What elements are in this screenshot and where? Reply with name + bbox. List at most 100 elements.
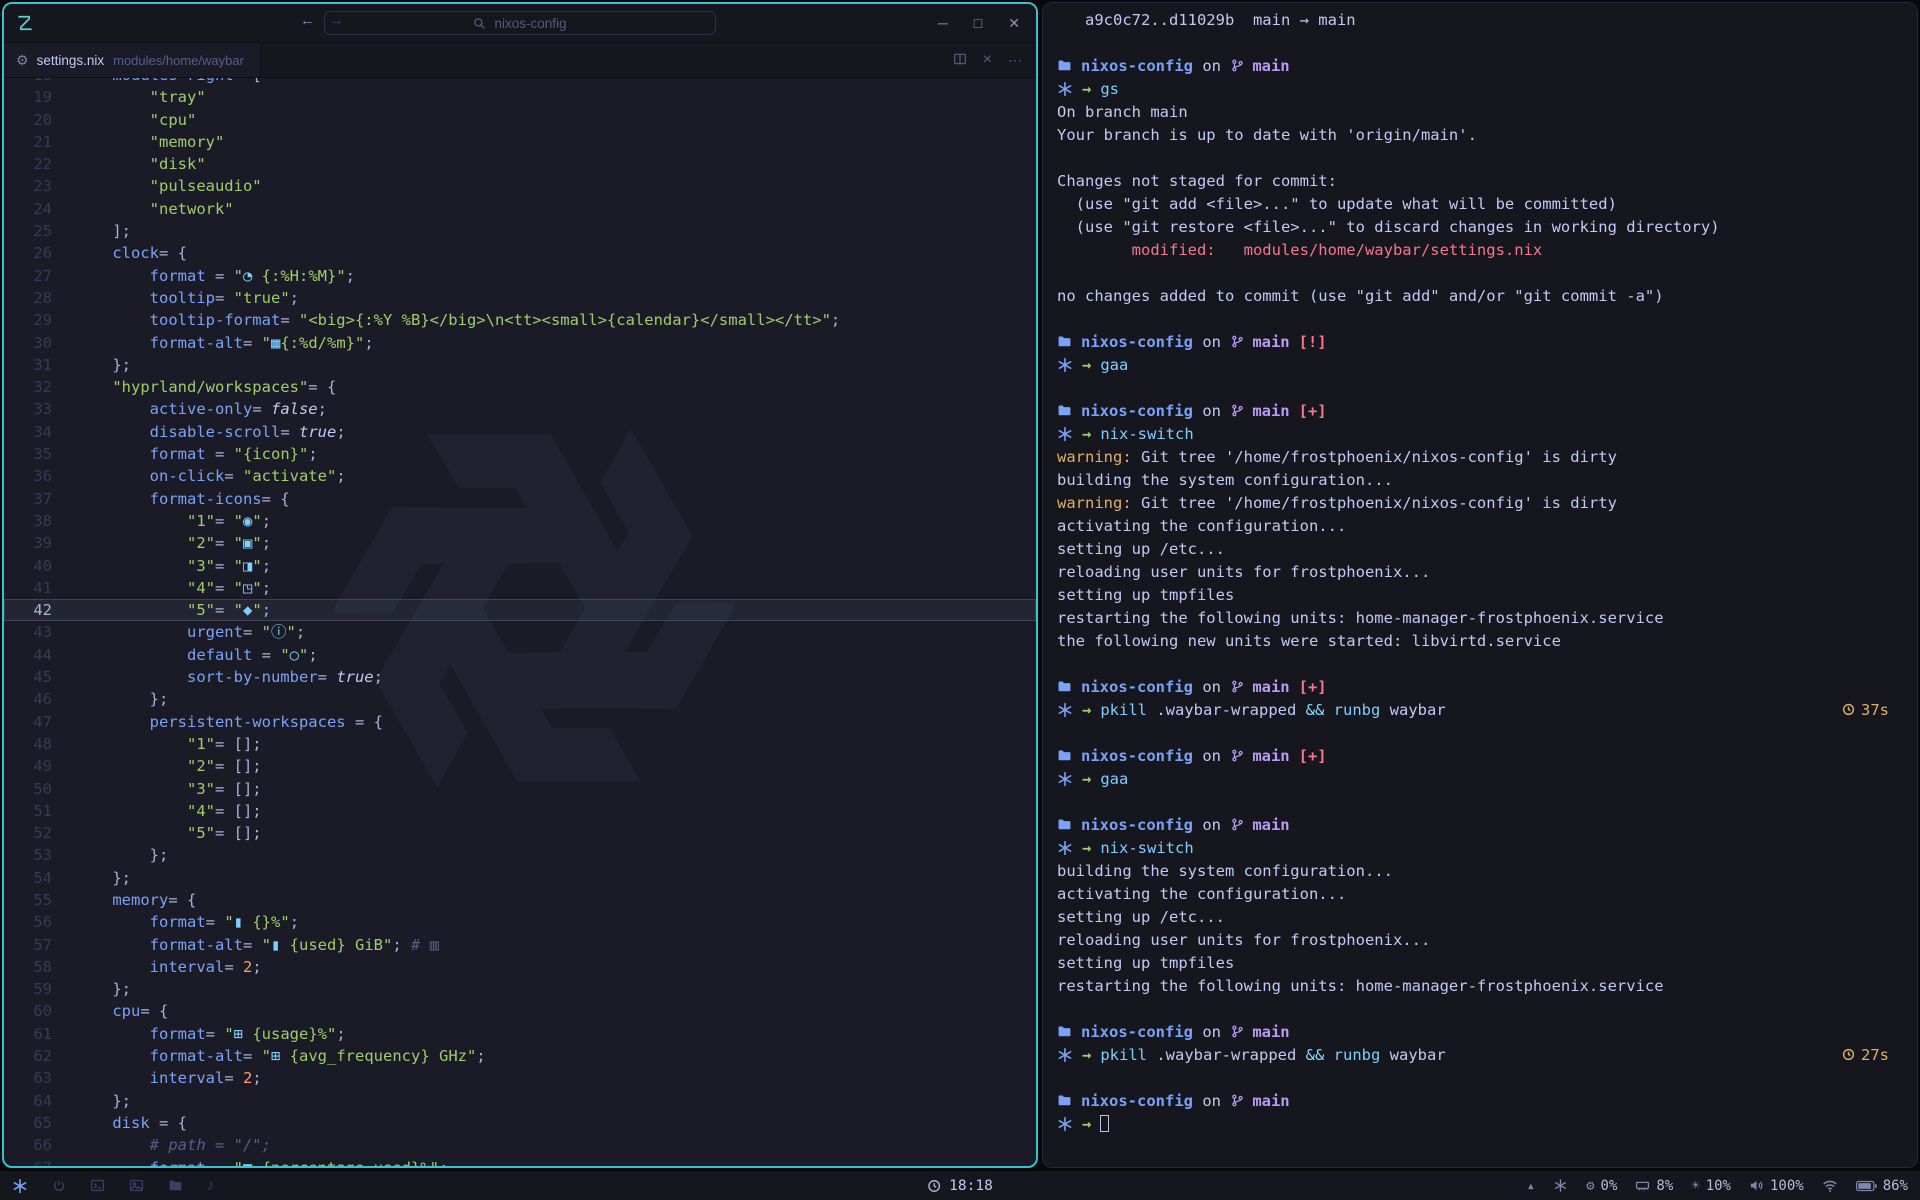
code-line[interactable]: 39 "2"= "▣"; bbox=[4, 532, 1036, 554]
line-number: 59 bbox=[4, 978, 52, 1000]
code-line[interactable]: 23 "pulseaudio" bbox=[4, 175, 1036, 197]
close-pane-icon[interactable]: × bbox=[983, 51, 992, 69]
code-editor[interactable]: 18 modules-right= [19 "tray"20 "cpu"21 "… bbox=[4, 78, 1036, 1166]
code-line[interactable]: 19 "tray" bbox=[4, 86, 1036, 108]
folder-launcher-icon[interactable] bbox=[168, 1178, 183, 1193]
code-line[interactable]: 37 format-icons= { bbox=[4, 488, 1036, 510]
code-line[interactable]: 63 interval= 2; bbox=[4, 1067, 1036, 1089]
code-line-text: "2"= "▣"; bbox=[75, 532, 271, 554]
battery-icon bbox=[1856, 1180, 1877, 1192]
code-line[interactable]: 31 }; bbox=[4, 354, 1036, 376]
battery-module[interactable]: 86% bbox=[1856, 1178, 1908, 1194]
code-line[interactable]: 52 "5"= []; bbox=[4, 822, 1036, 844]
sun-module[interactable]: ☀10% bbox=[1691, 1178, 1731, 1194]
code-line[interactable]: 64 }; bbox=[4, 1090, 1036, 1112]
code-line[interactable]: 45 sort-by-number= true; bbox=[4, 666, 1036, 688]
tab-file-path: modules/home/waybar bbox=[113, 53, 244, 68]
tab-settings-nix[interactable]: ⚙ settings.nix modules/home/waybar bbox=[4, 43, 261, 77]
code-line[interactable]: 51 "4"= []; bbox=[4, 800, 1036, 822]
code-line[interactable]: 66 # path = "/"; bbox=[4, 1134, 1036, 1156]
clock-module[interactable]: 18:18 bbox=[927, 1178, 993, 1194]
code-line[interactable]: 35 format = "{icon}"; bbox=[4, 443, 1036, 465]
code-line[interactable]: 40 "3"= "◨"; bbox=[4, 555, 1036, 577]
code-line[interactable]: 56 format= "▮ {}%"; bbox=[4, 911, 1036, 933]
code-line[interactable]: 34 disable-scroll= true; bbox=[4, 421, 1036, 443]
code-line[interactable]: 43 urgent= "ⓘ"; bbox=[4, 621, 1036, 643]
terminal-launcher-icon[interactable] bbox=[90, 1178, 105, 1193]
code-line[interactable]: 48 "1"= []; bbox=[4, 733, 1036, 755]
snowflake-module[interactable] bbox=[1553, 1178, 1568, 1193]
code-line[interactable]: 65 disk = { bbox=[4, 1112, 1036, 1134]
code-line[interactable]: 33 active-only= false; bbox=[4, 398, 1036, 420]
code-line[interactable]: 55 memory= { bbox=[4, 889, 1036, 911]
code-line[interactable]: 62 format-alt= "⊞ {avg_frequency} GHz"; bbox=[4, 1045, 1036, 1067]
code-line[interactable]: 38 "1"= "◉"; bbox=[4, 510, 1036, 532]
code-line[interactable]: 58 interval= 2; bbox=[4, 956, 1036, 978]
terminal-line: (use "git restore <file>..." to discard … bbox=[1057, 215, 1917, 238]
speaker-module[interactable]: 100% bbox=[1749, 1178, 1804, 1194]
code-line[interactable]: 26 clock= { bbox=[4, 242, 1036, 264]
code-line[interactable]: 22 "disk" bbox=[4, 153, 1036, 175]
code-line[interactable]: 21 "memory" bbox=[4, 131, 1036, 153]
gear-module[interactable]: ⚙0% bbox=[1586, 1178, 1617, 1194]
code-line[interactable]: 49 "2"= []; bbox=[4, 755, 1036, 777]
code-line[interactable]: 61 format= "⊞ {usage}%"; bbox=[4, 1023, 1036, 1045]
nixos-launcher-icon[interactable] bbox=[12, 1178, 28, 1194]
folder-icon bbox=[1057, 1024, 1072, 1039]
code-line[interactable]: 42 "5"= "◆"; bbox=[4, 599, 1036, 621]
terminal-window[interactable]: a9c0c72..d11029b main → main nixos-confi… bbox=[1042, 2, 1918, 1168]
code-line[interactable]: 24 "network" bbox=[4, 198, 1036, 220]
line-number: 65 bbox=[4, 1112, 52, 1134]
project-search-pill[interactable]: nixos-config bbox=[324, 11, 716, 35]
code-line[interactable]: 59 }; bbox=[4, 978, 1036, 1000]
code-line[interactable]: 50 "3"= []; bbox=[4, 778, 1036, 800]
terminal-line: warning: Git tree '/home/frostphoenix/ni… bbox=[1057, 491, 1917, 514]
ram-module[interactable]: 8% bbox=[1635, 1178, 1673, 1194]
code-line[interactable]: 57 format-alt= "▮ {used} GiB"; # ▥ bbox=[4, 934, 1036, 956]
code-line[interactable]: 20 "cpu" bbox=[4, 109, 1036, 131]
minimize-button[interactable]: ─ bbox=[938, 15, 948, 31]
folder-icon bbox=[1057, 58, 1072, 73]
code-line[interactable]: 53 }; bbox=[4, 844, 1036, 866]
code-line[interactable]: 44 default = "○"; bbox=[4, 644, 1036, 666]
clock-text: 18:18 bbox=[949, 1178, 993, 1194]
music-launcher-icon[interactable]: ♪ bbox=[207, 1177, 215, 1194]
code-line[interactable]: 47 persistent-workspaces = { bbox=[4, 711, 1036, 733]
nix-icon bbox=[1057, 702, 1073, 718]
code-line[interactable]: 28 tooltip= "true"; bbox=[4, 287, 1036, 309]
code-line[interactable]: 25 ]; bbox=[4, 220, 1036, 242]
code-line[interactable]: 36 on-click= "activate"; bbox=[4, 465, 1036, 487]
code-line[interactable]: 30 format-alt= "▦{:%d/%m}"; bbox=[4, 332, 1036, 354]
terminal-line bbox=[1057, 376, 1917, 399]
branch-icon bbox=[1230, 1093, 1245, 1108]
line-number: 43 bbox=[4, 621, 52, 643]
code-line-text: "3"= []; bbox=[75, 778, 262, 800]
terminal-line: a9c0c72..d11029b main → main bbox=[1057, 8, 1917, 31]
split-pane-icon[interactable] bbox=[953, 52, 967, 69]
code-line[interactable]: 29 tooltip-format= "<big>{:%Y %B}</big>\… bbox=[4, 309, 1036, 331]
image-launcher-icon[interactable] bbox=[129, 1178, 144, 1193]
code-line[interactable]: 32 "hyprland/workspaces"= { bbox=[4, 376, 1036, 398]
code-line[interactable]: 27 format = "◔ {:%H:%M}"; bbox=[4, 265, 1036, 287]
code-line[interactable]: 18 modules-right= [ bbox=[4, 78, 1036, 86]
code-line-text: }; bbox=[75, 688, 168, 710]
code-line[interactable]: 60 cpu= { bbox=[4, 1000, 1036, 1022]
terminal-line: nixos-config on main bbox=[1057, 813, 1917, 836]
power-launcher-icon[interactable] bbox=[52, 1179, 66, 1193]
maximize-button[interactable]: □ bbox=[974, 15, 982, 31]
code-line[interactable]: 54 }; bbox=[4, 867, 1036, 889]
close-button[interactable]: ✕ bbox=[1008, 15, 1020, 32]
wifi-module[interactable] bbox=[1822, 1178, 1838, 1194]
code-line[interactable]: 41 "4"= "◳"; bbox=[4, 577, 1036, 599]
zed-logo-icon[interactable] bbox=[15, 13, 35, 33]
code-line[interactable]: 67 format = "◩ {percentage_used}%"; bbox=[4, 1157, 1036, 1166]
line-number: 53 bbox=[4, 844, 52, 866]
code-line-text: interval= 2; bbox=[75, 956, 262, 978]
chevron-up-module[interactable]: ▴ bbox=[1527, 1178, 1535, 1194]
code-line-text: format = "{icon}"; bbox=[75, 443, 318, 465]
back-button[interactable]: ← bbox=[300, 12, 315, 29]
terminal-line: →pkill .waybar-wrapped && runbg waybar27… bbox=[1057, 1043, 1917, 1066]
more-options-icon[interactable]: ⋯ bbox=[1008, 52, 1022, 69]
command-text: runbg bbox=[1334, 1046, 1381, 1064]
code-line[interactable]: 46 }; bbox=[4, 688, 1036, 710]
